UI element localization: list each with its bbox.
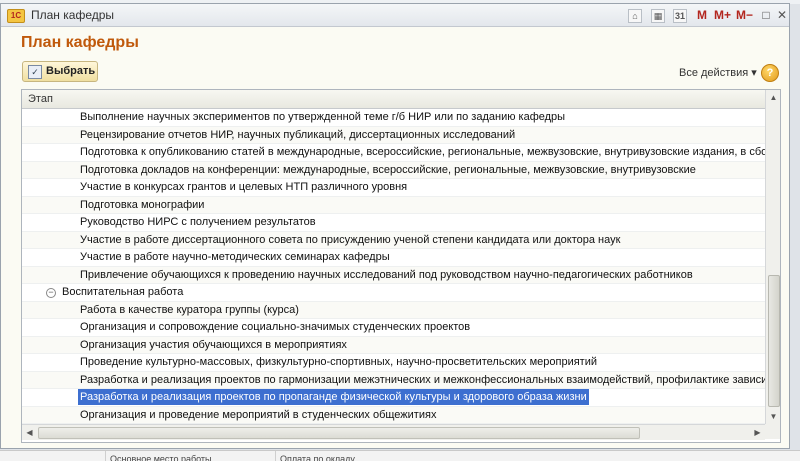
column-header-stage[interactable]: Этап — [22, 90, 765, 109]
table-rows: Выполнение научных экспериментов по утве… — [22, 109, 765, 424]
calculator-icon[interactable]: ▦ — [651, 9, 665, 23]
table-row[interactable]: Участие в работе научно-методических сем… — [22, 249, 765, 267]
table-row[interactable]: Выполнение научных экспериментов по утве… — [22, 109, 765, 127]
table-row[interactable]: Подготовка монографии — [22, 196, 765, 214]
table-row[interactable]: Проведение культурно-массовых, физкульту… — [22, 354, 765, 372]
restore-button[interactable]: □ — [758, 7, 774, 23]
memory-add-button[interactable]: M+ — [714, 7, 731, 23]
calendar-icon[interactable]: 31 — [673, 9, 687, 23]
title-bar: 1С План кафедры ⌂ ▦ 31 M M+ M− □ ✕ — [1, 4, 789, 27]
row-label: Участие в конкурсах грантов и целевых НТ… — [80, 181, 408, 193]
table-row[interactable]: Разработка и реализация проектов по гарм… — [22, 371, 765, 389]
row-label: Рецензирование отчетов НИР, научных публ… — [80, 128, 516, 141]
home-icon[interactable]: ⌂ — [628, 9, 642, 23]
memory-subtract-button[interactable]: M− — [736, 7, 753, 23]
row-label: Организация и сопровождение социально-зн… — [80, 321, 471, 333]
select-icon: ✓ — [28, 65, 42, 79]
row-label: Разработка и реализация проектов по проп… — [78, 389, 589, 405]
scroll-left-icon[interactable]: ◀ — [22, 425, 37, 440]
horizontal-scrollbar[interactable]: ◀ ▶ — [22, 424, 765, 440]
row-label: Участие в работе диссертационного совета… — [80, 233, 621, 246]
select-button-label: Выбрать — [46, 65, 96, 77]
table-row[interactable]: Рецензирование отчетов НИР, научных публ… — [22, 126, 765, 144]
page-title: План кафедры — [21, 34, 139, 51]
horizontal-scroll-thumb[interactable] — [38, 427, 640, 439]
row-label: Разработка и реализация проектов по гарм… — [80, 373, 765, 386]
collapse-icon[interactable]: − — [46, 288, 56, 298]
table-row[interactable]: Привлечение обучающихся к проведению нау… — [22, 266, 765, 284]
row-label: Работа в качестве куратора группы (курса… — [80, 303, 299, 316]
table-row[interactable]: Участие в конкурсах грантов и целевых НТ… — [22, 179, 765, 197]
table-row[interactable]: Подготовка докладов на конференции: межд… — [22, 161, 765, 179]
row-label: Руководство НИРС с получением результато… — [80, 216, 316, 228]
row-label: Подготовка докладов на конференции: межд… — [80, 163, 696, 176]
close-button[interactable]: ✕ — [774, 7, 790, 23]
table-row[interactable]: Участие в работе диссертационного совета… — [22, 231, 765, 249]
table-row[interactable]: Разработка и реализация проектов по проп… — [22, 389, 765, 407]
row-label: Привлечение обучающихся к проведению нау… — [80, 268, 693, 281]
help-icon[interactable]: ? — [761, 64, 779, 82]
row-label: Выполнение научных экспериментов по утве… — [80, 111, 566, 123]
memory-store-button[interactable]: M — [697, 7, 707, 23]
scroll-up-icon[interactable]: ▲ — [766, 90, 780, 105]
row-label: Подготовка монографии — [80, 198, 205, 211]
scroll-right-icon[interactable]: ▶ — [750, 425, 765, 440]
scrollbar-corner — [765, 424, 780, 439]
row-label: Организация и проведение мероприятий в с… — [80, 408, 437, 421]
row-label: Подготовка к опубликованию статей в межд… — [80, 146, 765, 158]
column-header-label: Этап — [28, 93, 53, 105]
table-row[interactable]: Организация участия обучающихся в меропр… — [22, 336, 765, 354]
plan-window: 1С План кафедры ⌂ ▦ 31 M M+ M− □ ✕ План … — [0, 3, 790, 449]
table-row[interactable]: Руководство НИРС с получением результато… — [22, 214, 765, 232]
window-title: План кафедры — [31, 8, 115, 22]
background-table-strip: Основное место работы Оплата по окладу — [0, 450, 800, 461]
table-row[interactable]: Подготовка к опубликованию статей в межд… — [22, 144, 765, 162]
vertical-scrollbar[interactable]: ▲ ▼ — [765, 90, 780, 424]
all-actions-menu[interactable]: Все действия ▾ — [679, 66, 757, 79]
table-row[interactable]: Организация и проведение мероприятий в с… — [22, 406, 765, 424]
table-row[interactable]: Организация и сопровождение социально-зн… — [22, 319, 765, 337]
group-row[interactable]: − Воспитательная работа — [22, 284, 765, 302]
select-button[interactable]: ✓ Выбрать — [22, 61, 98, 82]
app-logo-icon: 1С — [7, 9, 25, 23]
row-label: Участие в работе научно-методических сем… — [80, 251, 390, 263]
vertical-scroll-thumb[interactable] — [768, 275, 780, 407]
stages-table: Этап Выполнение научных экспериментов по… — [21, 89, 781, 443]
row-label: Проведение культурно-массовых, физкульту… — [80, 356, 597, 368]
scroll-down-icon[interactable]: ▼ — [766, 409, 780, 424]
table-row[interactable]: Работа в качестве куратора группы (курса… — [22, 301, 765, 319]
row-label: Воспитательная работа — [62, 286, 184, 298]
row-label: Организация участия обучающихся в меропр… — [80, 338, 347, 351]
